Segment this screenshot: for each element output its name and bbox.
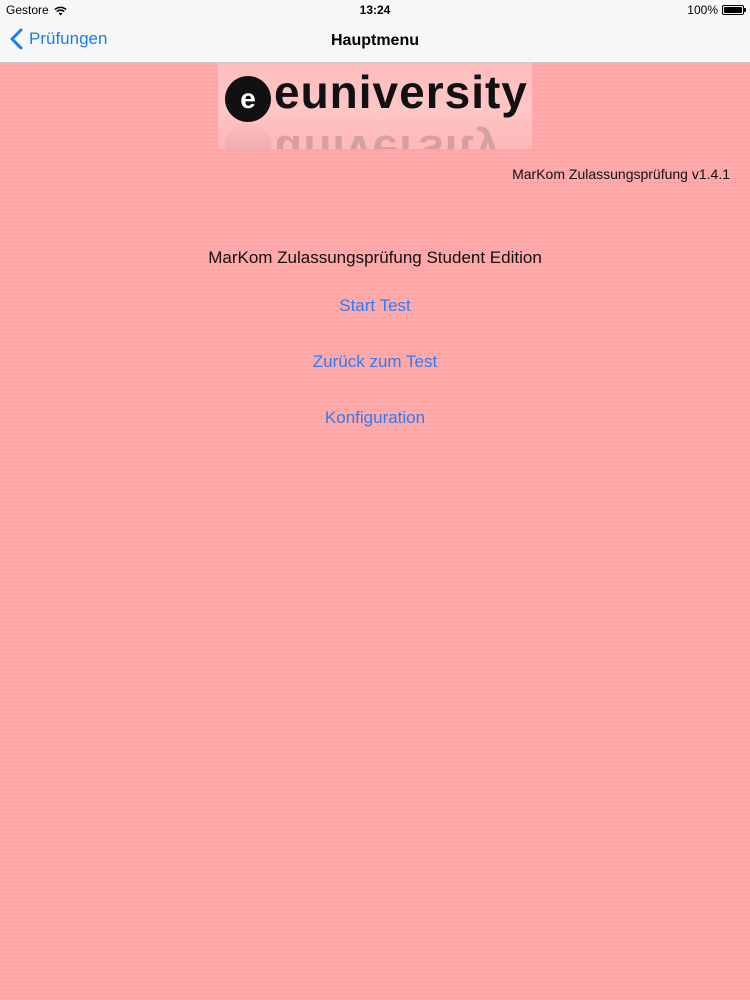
main-content: e euniversity university MarKom Zulassun…: [0, 63, 750, 1000]
back-to-test-label[interactable]: Zurück zum Test: [313, 352, 437, 371]
svg-text:e: e: [240, 83, 256, 114]
edition-title: MarKom Zulassungsprüfung Student Edition: [208, 248, 542, 267]
configuration-button[interactable]: Konfiguration: [0, 408, 750, 428]
navigation-bar: Prüfungen Hauptmenu: [0, 20, 750, 63]
logo-text: euniversity: [274, 66, 528, 118]
page-title: Hauptmenu: [331, 32, 419, 49]
euniversity-logo: e euniversity university: [218, 63, 532, 149]
back-to-test-button[interactable]: Zurück zum Test: [0, 352, 750, 372]
start-test-button[interactable]: Start Test: [0, 296, 750, 316]
start-test-label[interactable]: Start Test: [339, 296, 411, 315]
battery-percent: 100%: [687, 3, 718, 17]
configuration-label[interactable]: Konfiguration: [325, 408, 425, 427]
status-time: 13:24: [359, 3, 391, 17]
battery-indicator: 100%: [687, 3, 746, 17]
battery-icon: [722, 5, 746, 15]
version-label: MarKom Zulassungsprüfung v1.4.1: [512, 166, 730, 182]
status-bar: Gestore 13:24 100%: [0, 0, 750, 20]
